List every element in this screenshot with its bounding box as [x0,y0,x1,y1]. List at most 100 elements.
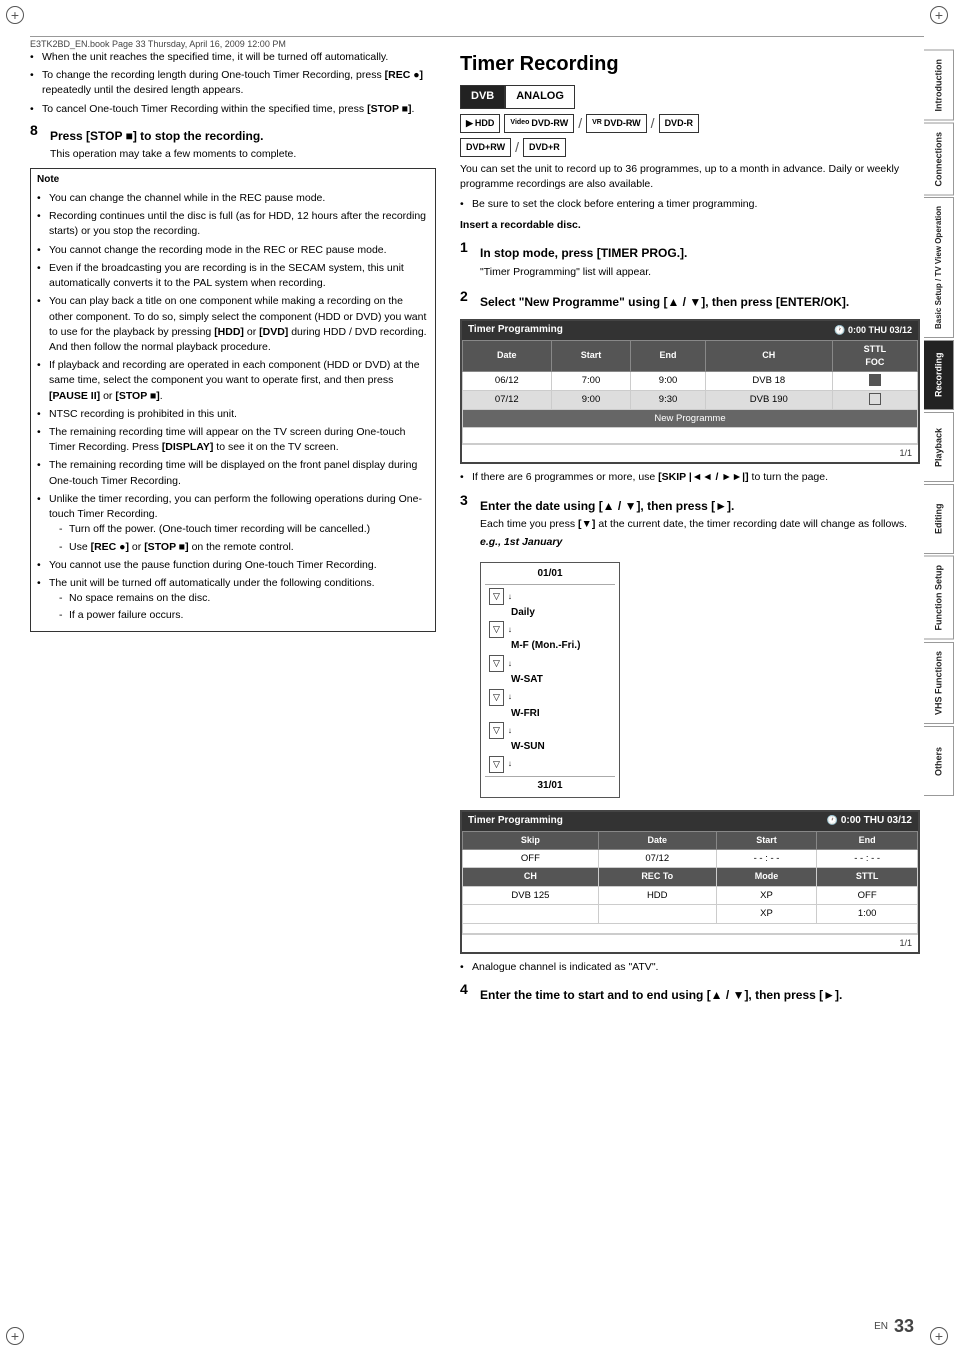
arrow-line: ↓ [508,591,512,603]
step-1: 1 In stop mode, press [TIMER PROG.]. "Ti… [460,237,920,280]
note-item: Recording continues until the disc is fu… [37,209,429,239]
note-box: Note You can change the channel while in… [30,168,436,631]
note-list: You can change the channel while in the … [37,191,429,624]
right-bullets: Be sure to set the clock before entering… [460,197,920,212]
cell-skip: OFF [463,849,599,868]
sidebar-tab-recording[interactable]: Recording [924,340,954,410]
dvb-button[interactable]: DVB [460,85,505,109]
cell-date: 07/12 [463,390,552,409]
date-sequence: ▽ ↓ Daily ▽ ↓ M-F (Mon.-Fri.) ▽ ↓ W-SAT [485,587,615,774]
col-skip: Skip [463,831,599,849]
right-sidebar: Introduction Connections Basic Setup / T… [924,50,954,1301]
right-column: Timer Recording DVB ANALOG ▶HDD VideoDVD… [450,50,920,1311]
col2-ch: CH [463,868,599,886]
arrow-line4: ↓ [508,691,512,703]
cell-end: 9:30 [631,390,705,409]
wsun-label: W-SUN [511,740,545,755]
sub-bullet: Turn off the power. (One-touch timer rec… [49,522,429,537]
mf-label: M-F (Mon.-Fri.) [511,639,580,654]
step-4-number: 4 [460,979,474,1006]
note-item: If playback and recording are operated i… [37,358,429,404]
date-bottom: 31/01 [485,776,615,794]
date-arrow-row6: ▽ ↓ [489,756,512,773]
step-1-sub: "Timer Programming" list will appear. [480,265,920,280]
step-8-sub: This operation may take a few moments to… [50,147,436,162]
disc-dvd-r: DVD-R [659,114,700,133]
col-date: Date [463,340,552,371]
timer-table-1: Timer Programming 🕐 0:00 THU 03/12 Date … [460,319,920,464]
note-item: You can play back a title on one compone… [37,294,429,355]
disc-dvdplus-rw: DVD+RW [460,138,511,157]
sidebar-tab-others[interactable]: Others [924,726,954,796]
timer-table-2-footer: 1/1 [462,934,918,952]
table-row-r1: OFF 07/12 - - : - - - - : - - [463,849,918,868]
sidebar-tab-connections[interactable]: Connections [924,123,954,196]
sidebar-tab-editing[interactable]: Editing [924,484,954,554]
step-2: 2 Select "New Programme" using [▲ / ▼], … [460,286,920,313]
cell-ch: DVB 18 [705,372,832,391]
corner-mark-br [930,1327,948,1345]
file-info-text: E3TK2BD_EN.book Page 33 Thursday, April … [30,39,286,49]
timer-table-1-title: Timer Programming [468,323,563,338]
step-2-heading: Select "New Programme" using [▲ / ▼], th… [480,294,920,311]
step-3: 3 Enter the date using [▲ / ▼], then pre… [460,490,920,551]
cell-xp: XP [716,905,817,924]
sidebar-tab-introduction[interactable]: Introduction [924,50,954,121]
bullet-item: To cancel One-touch Timer Recording with… [30,102,436,117]
table-row-headers2: CH REC To Mode STTL [463,868,918,886]
arrow-line2: ↓ [508,624,512,636]
page-title: Timer Recording [460,50,920,79]
sidebar-tab-playback[interactable]: Playback [924,412,954,482]
insert-label: Insert a recordable disc. [460,218,920,233]
sidebar-tab-basic-setup[interactable]: Basic Setup / TV View Operation [924,197,954,338]
step-4-content: Enter the time to start and to end using… [480,979,920,1006]
cell-sttl: OFF [817,886,918,905]
step-2-content: Select "New Programme" using [▲ / ▼], th… [480,286,920,313]
note-item: Even if the broadcasting you are recordi… [37,261,429,291]
sub-bullet: Use [REC ●] or [STOP ■] on the remote co… [49,540,429,555]
note-item: You can change the channel while in the … [37,191,429,206]
step-3-heading: Enter the date using [▲ / ▼], then press… [480,498,920,515]
disc-slash3: / [515,137,519,157]
cell-check [832,372,917,391]
col-start: Start [551,340,631,371]
col-end: End [817,831,918,849]
col2-sttl: STTL [817,868,918,886]
disc-dvdplus-r: DVD+R [523,138,566,157]
table-row-selected: 07/12 9:00 9:30 DVB 190 [463,390,918,409]
intro-text: You can set the unit to record up to 36 … [460,162,920,192]
date-top: 01/01 [485,567,615,585]
cell-ch: DVB 190 [705,390,832,409]
sidebar-tab-vhs-functions[interactable]: VHS Functions [924,642,954,724]
analogue-note-list: Analogue channel is indicated as "ATV". [460,960,920,975]
new-programme-row: New Programme [463,409,918,428]
step-8-content: Press [STOP ■] to stop the recording. Th… [50,120,436,163]
timer-table-1-table: Date Start End CH STTLFOC 06/12 7:00 9:0… [462,340,918,444]
cell-date: 07/12 [598,849,716,868]
arrow-line6: ↓ [508,758,512,770]
step-1-number: 1 [460,237,474,280]
disc-hdd: ▶HDD [460,114,500,133]
page-en-label: EN [874,1321,888,1332]
timer-table-1-header: Timer Programming 🕐 0:00 THU 03/12 [462,321,918,340]
down-arrow-box5: ▽ [489,722,504,739]
table-row-r3: XP 1:00 [463,905,918,924]
note-item: NTSC recording is prohibited in this uni… [37,407,429,422]
col-date: Date [598,831,716,849]
analogue-note: Analogue channel is indicated as "ATV". [460,960,920,975]
device-buttons-row: DVB ANALOG [460,85,920,109]
step-1-content: In stop mode, press [TIMER PROG.]. "Time… [480,237,920,280]
step-3-number: 3 [460,490,474,551]
table-row: 06/12 7:00 9:00 DVB 18 [463,372,918,391]
analog-button[interactable]: ANALOG [505,85,575,109]
skip-bullet-list: If there are 6 programmes or more, use [… [460,470,920,485]
step-8-heading: Press [STOP ■] to stop the recording. [50,128,436,145]
col-sttl: STTLFOC [832,340,917,371]
sidebar-tab-function-setup[interactable]: Function Setup [924,556,954,640]
step-4: 4 Enter the time to start and to end usi… [460,979,920,1006]
col2-mode: Mode [716,868,817,886]
timer-table-1-clock: 🕐 0:00 THU 03/12 [834,324,912,337]
down-arrow-box3: ▽ [489,655,504,672]
disc-dvd-rw-video: VideoDVD-RW [504,114,574,133]
right-bullet: Be sure to set the clock before entering… [460,197,920,212]
